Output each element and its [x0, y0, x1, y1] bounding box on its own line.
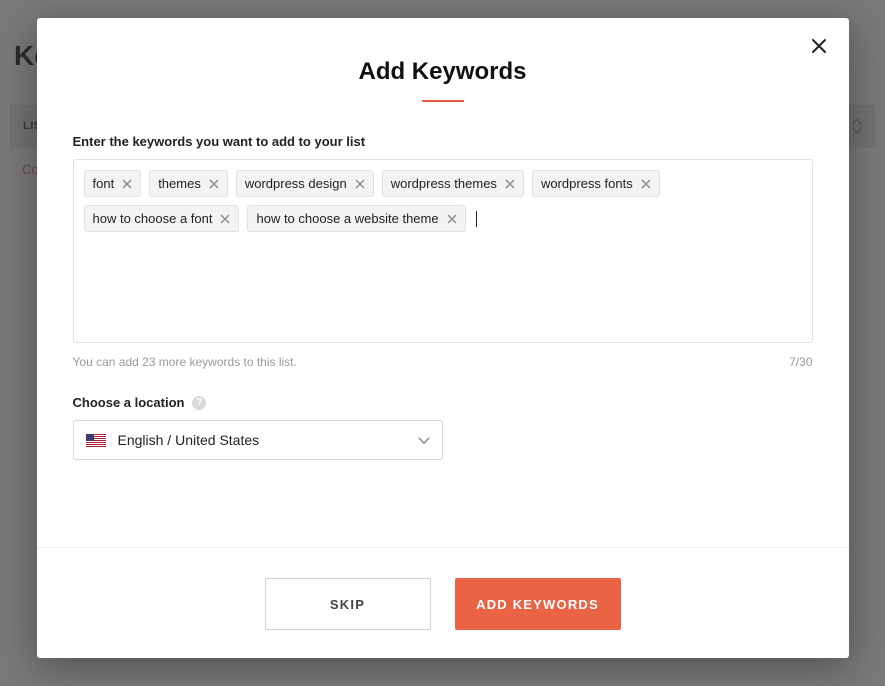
keyword-tag: wordpress themes: [382, 170, 524, 197]
close-icon: [220, 214, 230, 224]
close-icon: [505, 179, 515, 189]
location-select[interactable]: English / United States: [73, 420, 443, 460]
skip-button[interactable]: SKIP: [265, 578, 431, 630]
keywords-counter: 7/30: [789, 355, 812, 369]
us-flag-icon: [86, 434, 106, 447]
location-label: Choose a location: [73, 395, 185, 410]
keyword-tag-label: font: [93, 176, 115, 191]
location-block: Choose a location ? English / United Sta…: [73, 395, 813, 460]
keyword-tag: how to choose a website theme: [247, 205, 465, 232]
remove-tag-button[interactable]: [209, 179, 219, 189]
remove-tag-button[interactable]: [355, 179, 365, 189]
add-keywords-button[interactable]: ADD KEYWORDS: [455, 578, 621, 630]
modal-body: Enter the keywords you want to add to yo…: [37, 116, 849, 547]
close-button[interactable]: [805, 32, 833, 65]
keyword-tag: font: [84, 170, 142, 197]
text-cursor: [476, 211, 477, 227]
keyword-tag-label: wordpress design: [245, 176, 347, 191]
keywords-helper-text: You can add 23 more keywords to this lis…: [73, 355, 297, 369]
keywords-helper-row: You can add 23 more keywords to this lis…: [73, 355, 813, 369]
remove-tag-button[interactable]: [447, 214, 457, 224]
keywords-input[interactable]: font themes wordpress design wordpress t…: [73, 159, 813, 343]
keyword-tag-label: how to choose a website theme: [256, 211, 438, 226]
close-icon: [209, 179, 219, 189]
modal-overlay: Add Keywords Enter the keywords you want…: [0, 0, 885, 686]
close-icon: [811, 38, 827, 54]
keyword-tag: wordpress fonts: [532, 170, 660, 197]
remove-tag-button[interactable]: [505, 179, 515, 189]
keyword-tag-label: themes: [158, 176, 201, 191]
location-selected-value: English / United States: [118, 432, 260, 448]
keyword-tag-label: wordpress fonts: [541, 176, 633, 191]
remove-tag-button[interactable]: [220, 214, 230, 224]
help-icon[interactable]: ?: [192, 396, 206, 410]
modal-footer: SKIP ADD KEYWORDS: [37, 547, 849, 658]
keyword-tag: wordpress design: [236, 170, 374, 197]
close-icon: [641, 179, 651, 189]
close-icon: [447, 214, 457, 224]
keyword-tag-label: wordpress themes: [391, 176, 497, 191]
chevron-down-icon: [418, 432, 430, 448]
title-underline: [422, 100, 464, 102]
add-keywords-modal: Add Keywords Enter the keywords you want…: [37, 18, 849, 658]
keyword-tag: themes: [149, 170, 228, 197]
remove-tag-button[interactable]: [122, 179, 132, 189]
close-icon: [122, 179, 132, 189]
keyword-tag: how to choose a font: [84, 205, 240, 232]
keyword-tag-label: how to choose a font: [93, 211, 213, 226]
close-icon: [355, 179, 365, 189]
remove-tag-button[interactable]: [641, 179, 651, 189]
keywords-label: Enter the keywords you want to add to yo…: [73, 134, 813, 149]
modal-header: Add Keywords: [37, 18, 849, 116]
modal-title: Add Keywords: [37, 58, 849, 86]
